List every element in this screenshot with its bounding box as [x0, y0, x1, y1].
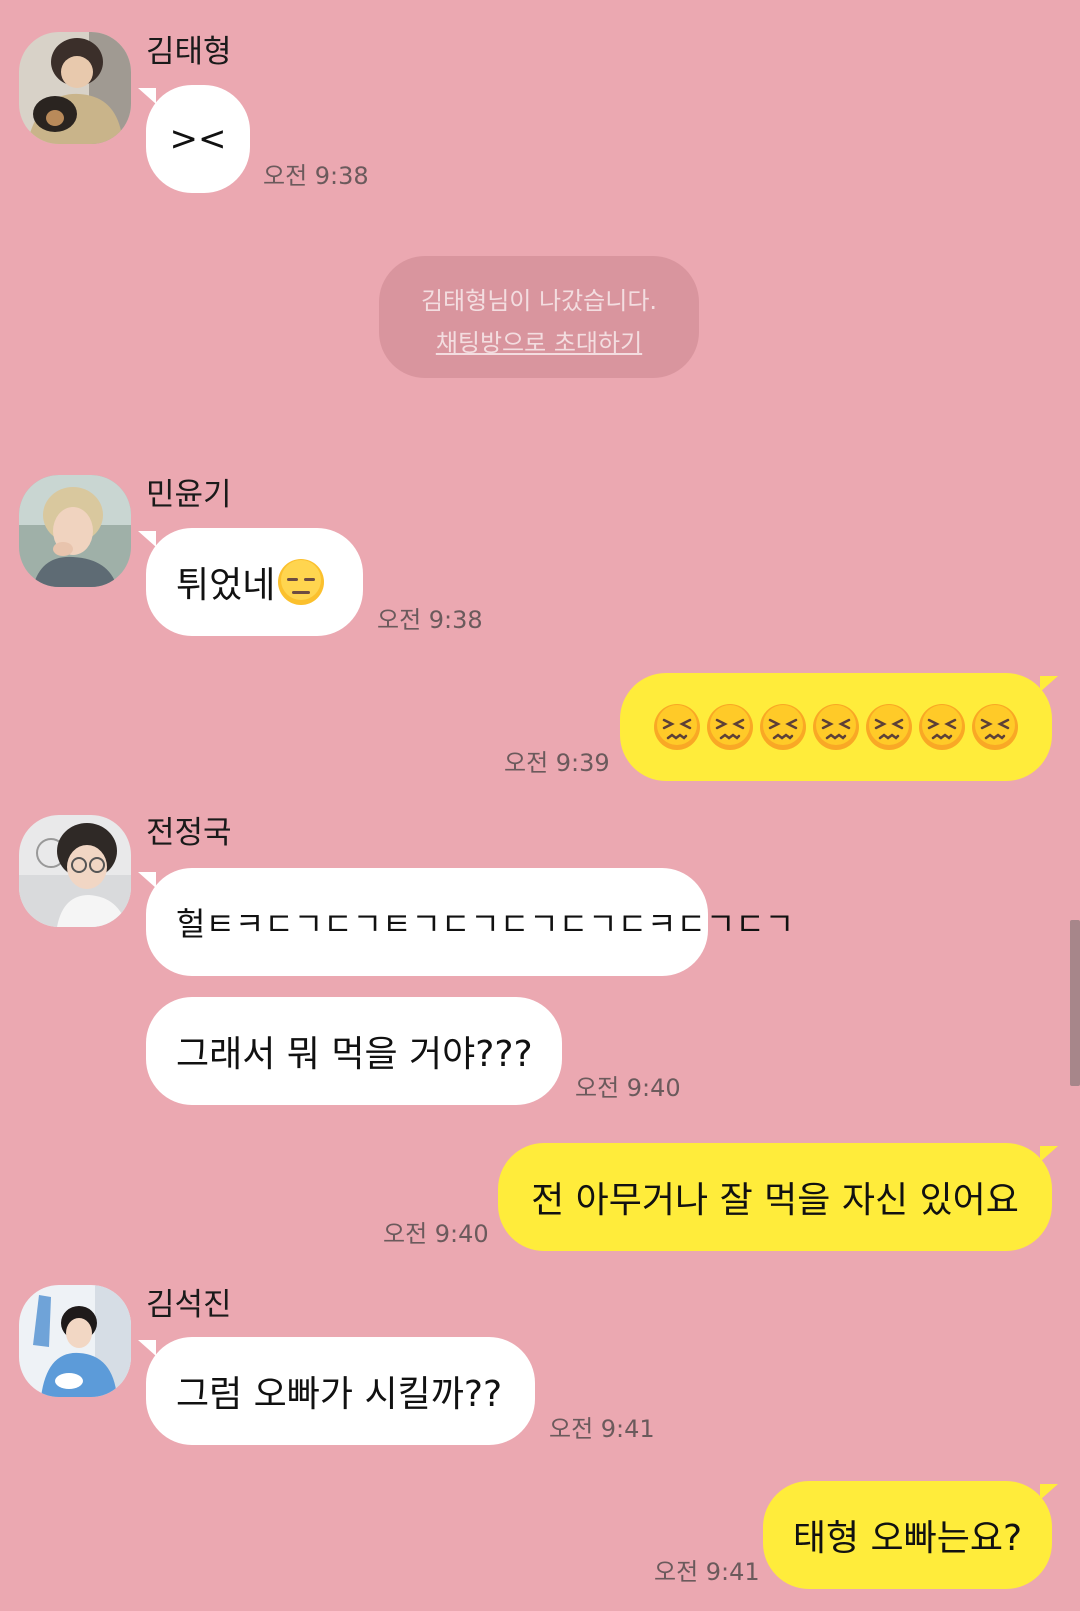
message-time: 오전 9:38 [263, 162, 369, 190]
message-text: 그래서 뭐 먹을 거야??? [176, 1034, 533, 1075]
avatar-jeon-jungkook[interactable] [19, 815, 131, 927]
bubble-tail [1040, 676, 1058, 692]
scrollbar[interactable] [1070, 920, 1080, 1086]
message-time: 오전 9:38 [377, 606, 483, 634]
bubble-tail [138, 531, 156, 547]
sender-name: 김태형 [146, 34, 232, 70]
avatar-min-yoongi[interactable] [19, 475, 131, 587]
bubble-tail [138, 88, 156, 104]
message-time: 오전 9:41 [549, 1415, 655, 1443]
bubble-tail [138, 872, 156, 888]
message-time: 오전 9:40 [383, 1220, 489, 1248]
persevering-face-emoji [706, 703, 754, 751]
persevering-face-emoji [918, 703, 966, 751]
message-bubble[interactable]: >< [146, 85, 250, 193]
invite-link[interactable]: 채팅방으로 초대하기 [379, 322, 699, 364]
message-bubble-outgoing[interactable]: 태형 오빠는요? [763, 1481, 1052, 1589]
message-time: 오전 9:41 [654, 1558, 760, 1586]
emoji-row [653, 703, 1019, 751]
message-text: 전 아무거나 잘 먹을 자신 있어요 [531, 1180, 1019, 1221]
message-text: 그럼 오빠가 시킬까?? [176, 1374, 503, 1415]
message-text: 태형 오빠는요? [792, 1518, 1023, 1559]
system-notice: 김태형님이 나갔습니다. 채팅방으로 초대하기 [379, 256, 699, 378]
avatar-kim-seokjin[interactable] [19, 1285, 131, 1397]
bubble-tail [1040, 1484, 1058, 1500]
message-bubble[interactable]: 그래서 뭐 먹을 거야??? [146, 997, 562, 1105]
bubble-tail [138, 1340, 156, 1356]
message-bubble-outgoing[interactable]: 전 아무거나 잘 먹을 자신 있어요 [498, 1143, 1052, 1251]
message-bubble[interactable]: 튀었네 [146, 528, 363, 636]
persevering-face-emoji [653, 703, 701, 751]
avatar-kim-taehyung[interactable] [19, 32, 131, 144]
message-text: 튀었네 [176, 565, 276, 606]
message-bubble[interactable]: 그럼 오빠가 시킬까?? [146, 1337, 535, 1445]
sender-name: 전정국 [146, 815, 232, 851]
bubble-tail [1040, 1146, 1058, 1162]
message-text: 헐ㅌㅋㄷㄱㄷㄱㅌㄱㄷㄱㄷㄱㄷㄱㄷㅋㄷㄱㄷㄱ [176, 905, 795, 943]
message-time: 오전 9:40 [575, 1074, 681, 1102]
sender-name: 김석진 [146, 1287, 232, 1323]
persevering-face-emoji [971, 703, 1019, 751]
persevering-face-emoji [812, 703, 860, 751]
message-bubble[interactable]: 헐ㅌㅋㄷㄱㄷㄱㅌㄱㄷㄱㄷㄱㄷㄱㄷㅋㄷㄱㄷㄱ [146, 868, 794, 976]
system-left-text: 김태형님이 나갔습니다. [420, 287, 658, 315]
sender-name: 민윤기 [146, 477, 232, 513]
persevering-face-emoji [759, 703, 807, 751]
expressionless-face-emoji [277, 558, 325, 606]
message-text: >< [169, 119, 227, 159]
persevering-face-emoji [865, 703, 913, 751]
message-bubble-outgoing[interactable] [620, 673, 1052, 781]
message-time: 오전 9:39 [504, 749, 610, 777]
